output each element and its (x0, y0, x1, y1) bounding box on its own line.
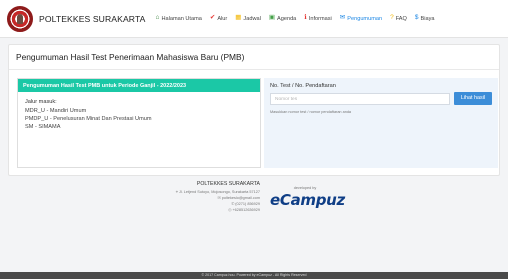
dollar-icon: $ (414, 14, 419, 22)
location-icon: ⌖ (175, 190, 178, 194)
copyright-bar: © 2017 Campuz.hou. Powered by eCampuz - … (0, 272, 508, 279)
whatsapp-text: +628512636929 (232, 208, 260, 212)
nav-item-label: Agenda (277, 15, 297, 22)
jalur-item: SM - SIMAMA (25, 124, 61, 130)
nav-item-label: Halaman Utama (161, 15, 202, 22)
info-icon: ℹ (304, 14, 307, 22)
nav-item-label: FAQ (395, 15, 407, 22)
developer-credit: developed by eCampuz (270, 186, 345, 209)
title-divider (9, 69, 499, 70)
nav-item-label: Alur (217, 15, 228, 22)
period-heading: Pengumuman Hasil Test PMB untuk Periode … (18, 79, 260, 92)
calendar-icon: ▦ (235, 14, 242, 22)
jalur-label: Jalur masuk: (25, 99, 57, 105)
brand-name[interactable]: POLTEKKES SURAKARTA (39, 14, 146, 24)
footer-institution: POLTEKKES SURAKARTA (196, 181, 260, 187)
address-text: Jl. Letjend Sutoyo, Mojosongo, Surakarta… (178, 190, 260, 194)
nav-item-informasi[interactable]: ℹ Informasi (304, 15, 332, 22)
nav-item-label: Pengumuman (347, 15, 383, 22)
check-icon: ✔ (209, 14, 216, 22)
jalur-item: MDR_U - Mandiri Umum (25, 108, 87, 114)
nav-item-label: Biaya (420, 15, 435, 22)
nav-item-label: Jadwal (243, 15, 261, 22)
phone-icon: ✆ (231, 202, 235, 206)
nav-item-pengumuman[interactable]: ✉ Pengumuman (340, 15, 382, 22)
nav-item-halaman-utama[interactable]: ⌂ Halaman Utama (156, 15, 202, 22)
institution-logo[interactable] (7, 5, 33, 32)
nav-item-faq[interactable]: ? FAQ (390, 15, 407, 22)
nav-item-label: Informasi (308, 15, 332, 22)
nav-item-agenda[interactable]: ▣ Agenda (269, 15, 296, 22)
email-icon: ✉ (217, 196, 221, 200)
search-label: No. Test / No. Pendaftaran (270, 83, 336, 89)
jalur-section: Jalur masuk: MDR_U - Mandiri Umum PMDP_U… (18, 92, 260, 138)
developed-by-label: developed by (293, 186, 317, 190)
home-icon: ⌂ (155, 14, 160, 22)
view-result-button[interactable]: Lihat hasil (454, 92, 492, 105)
nav-item-biaya[interactable]: $ Biaya (415, 15, 435, 22)
page-title: Pengumuman Hasil Test Penerimaan Mahasis… (16, 52, 245, 62)
top-navbar: POLTEKKES SURAKARTA ⌂ Halaman Utama ✔ Alur ▦… (0, 0, 508, 38)
nav-item-alur[interactable]: ✔ Alur (210, 15, 227, 22)
question-icon: ? (390, 14, 394, 22)
footer-contact: POLTEKKES SURAKARTA ⌖Jl. Letjend Sutoyo,… (140, 181, 260, 213)
nav-menu: ⌂ Halaman Utama ✔ Alur ▦ Jadwal ▣ Agenda ℹ Inform… (156, 15, 443, 22)
whatsapp-icon: ◎ (228, 208, 232, 212)
jalur-item: PMDP_U - Penelusuran Minat Dan Prestasi … (25, 116, 152, 122)
nav-item-jadwal[interactable]: ▦ Jadwal (235, 15, 261, 22)
announcement-card: Pengumuman Hasil Test Penerimaan Mahasis… (8, 44, 500, 176)
ecampuz-logo[interactable]: eCampuz (270, 191, 345, 209)
footer-whatsapp: ◎+628512636929 (140, 207, 260, 213)
megaphone-icon: ✉ (339, 14, 346, 22)
search-panel: No. Test / No. Pendaftaran Nomor tes Lih… (264, 78, 498, 168)
period-panel: Pengumuman Hasil Test PMB untuk Periode … (17, 78, 261, 168)
agenda-icon: ▣ (268, 14, 275, 22)
test-number-input[interactable]: Nomor tes (270, 93, 450, 105)
email-text[interactable]: poltekeslo@gmail.com (222, 196, 260, 200)
phone-text: (0271) 856929 (235, 202, 260, 206)
search-hint: Masukkan nomor test / nomor pendaftaran … (270, 110, 352, 114)
